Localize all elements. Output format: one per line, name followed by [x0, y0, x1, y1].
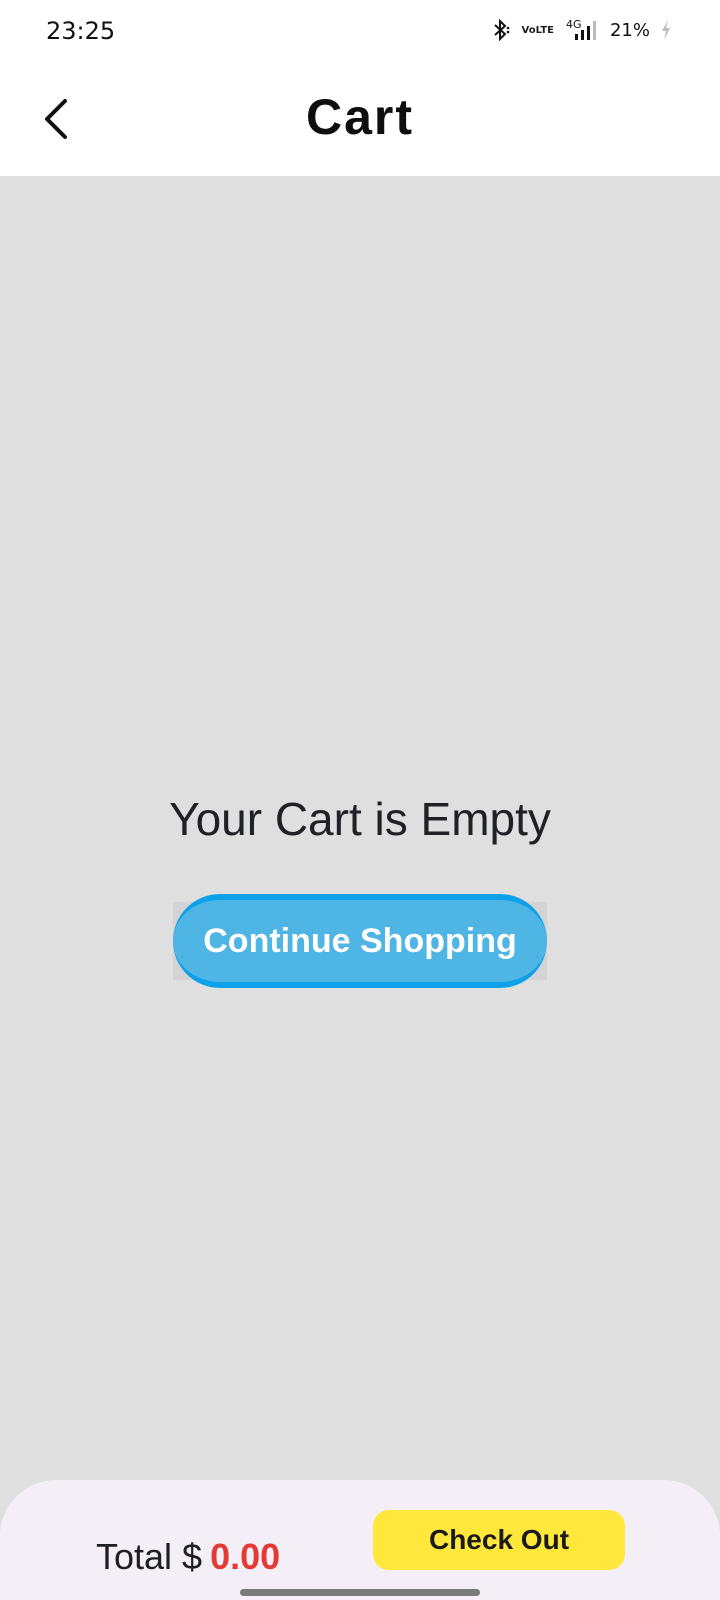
total-label: Total $ — [96, 1536, 203, 1577]
status-icons: Vo LTE 4G 21% — [490, 18, 672, 42]
bluetooth-icon — [490, 19, 512, 41]
volte-icon: Vo LTE — [521, 24, 554, 36]
continue-shopping-button[interactable]: Continue Shopping — [173, 894, 547, 988]
empty-cart-message: Your Cart is Empty — [169, 793, 551, 845]
checkout-bar: Total $0.00 Check Out — [0, 1480, 720, 1600]
network-type-text: 4G — [566, 18, 582, 31]
volte-bottom-text: LTE — [535, 24, 554, 36]
app-bar: Cart — [0, 64, 720, 176]
total-value: 0.00 — [210, 1536, 281, 1577]
page-title: Cart — [305, 89, 415, 145]
battery-percent: 21% — [609, 19, 650, 41]
total-summary: Total $0.00 — [96, 1536, 280, 1578]
home-indicator[interactable] — [240, 1589, 480, 1596]
volte-top-text: Vo — [521, 24, 536, 36]
status-time: 23:25 — [46, 17, 116, 45]
status-bar: 23:25 Vo LTE 4G 21% — [0, 0, 720, 64]
checkout-button[interactable]: Check Out — [373, 1510, 625, 1570]
cart-content: Your Cart is Empty Continue Shopping — [0, 176, 720, 1480]
battery-charging-icon — [660, 19, 672, 41]
signal-icon: 4G — [564, 18, 600, 42]
